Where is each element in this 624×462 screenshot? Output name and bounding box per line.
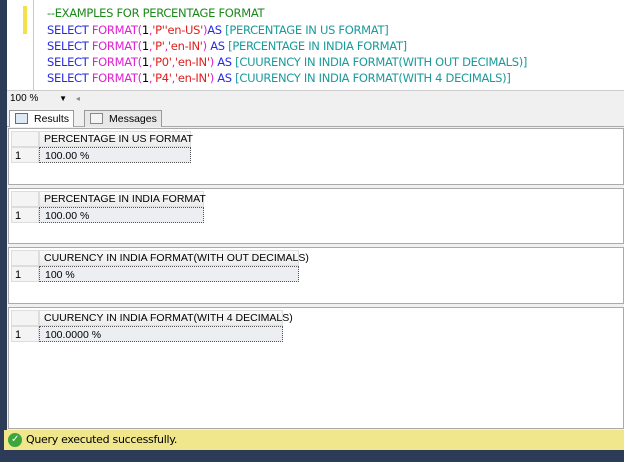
result-grid[interactable]: CUURENCY IN INDIA FORMAT(WITH 4 DECIMALS… <box>8 307 624 429</box>
code-line: SELECT FORMAT(1,'P4','en-IN') AS [CUUREN… <box>47 71 511 85</box>
code-token: AS <box>210 39 229 53</box>
column-header[interactable]: CUURENCY IN INDIA FORMAT(WITH OUT DECIMA… <box>39 250 309 266</box>
code-token: 'en-IN' <box>174 55 210 69</box>
code-token: SELECT <box>47 55 92 69</box>
code-token: FORMAT( <box>91 55 142 69</box>
chevron-down-icon[interactable]: ▼ <box>59 94 67 103</box>
code-comment: --EXAMPLES FOR PERCENTAGE FORMAT <box>47 6 265 20</box>
result-grid[interactable]: PERCENTAGE IN INDIA FORMAT 1 100.00 % <box>8 188 624 244</box>
grid-icon <box>15 113 28 124</box>
code-token: SELECT <box>47 39 92 53</box>
code-token: 'en-IN' <box>167 39 203 53</box>
code-token: [PERCENTAGE IN US FORMAT] <box>225 23 389 37</box>
code-token: 1 <box>141 55 149 69</box>
result-cell[interactable]: 100 % <box>39 266 299 282</box>
result-cell[interactable]: 100.00 % <box>39 207 204 223</box>
result-cell[interactable]: 100.00 % <box>39 147 191 163</box>
code-token: SELECT <box>47 23 92 37</box>
code-token: 'P' <box>152 39 165 53</box>
code-token: 'en-US' <box>164 23 204 37</box>
results-pane: PERCENTAGE IN US FORMAT 1 100.00 % PERCE… <box>7 127 624 430</box>
grid-corner[interactable] <box>11 131 39 147</box>
code-token: FORMAT( <box>91 71 142 85</box>
change-marker <box>23 6 27 34</box>
grid-corner[interactable] <box>11 191 39 207</box>
zoom-select[interactable]: 100 % <box>10 93 38 104</box>
column-header[interactable]: CUURENCY IN INDIA FORMAT(WITH 4 DECIMALS… <box>39 310 293 326</box>
row-number[interactable]: 1 <box>11 207 39 223</box>
tab-messages[interactable]: Messages <box>84 110 162 127</box>
code-token: 'P0' <box>152 55 172 69</box>
status-text: Query executed successfully. <box>26 433 178 446</box>
code-token: AS <box>207 23 226 37</box>
code-token: [CUURENCY IN INDIA FORMAT(WITH OUT DECIM… <box>235 55 528 69</box>
zoom-bar: 100 % ▼ ◂ <box>7 90 624 106</box>
code-token: SELECT <box>47 71 92 85</box>
code-line: SELECT FORMAT(1,'P','en-IN') AS [PERCENT… <box>47 39 407 53</box>
result-grid[interactable]: PERCENTAGE IN US FORMAT 1 100.00 % <box>8 128 624 185</box>
scroll-left-icon[interactable]: ◂ <box>76 94 80 103</box>
code-line: SELECT FORMAT(1,'P''en-US')AS [PERCENTAG… <box>47 23 389 37</box>
column-header[interactable]: PERCENTAGE IN INDIA FORMAT <box>39 191 206 207</box>
row-number[interactable]: 1 <box>11 147 39 163</box>
result-cell[interactable]: 100.0000 % <box>39 326 283 342</box>
row-number[interactable]: 1 <box>11 326 39 342</box>
code-token: 'en-IN' <box>174 71 210 85</box>
gutter-divider <box>33 0 34 90</box>
column-header[interactable]: PERCENTAGE IN US FORMAT <box>39 131 193 147</box>
code-token: 1 <box>141 71 149 85</box>
code-token: 'P' <box>152 23 165 37</box>
code-token: AS <box>217 55 236 69</box>
code-token: 1 <box>141 39 149 53</box>
results-tabs: Results Messages <box>7 106 624 127</box>
status-bar: ✓ Query executed successfully. <box>4 430 624 450</box>
success-check-icon: ✓ <box>8 433 22 447</box>
row-number[interactable]: 1 <box>11 266 39 282</box>
code-token: [CUURENCY IN INDIA FORMAT(WITH 4 DECIMAL… <box>235 71 511 85</box>
result-grid[interactable]: CUURENCY IN INDIA FORMAT(WITH OUT DECIMA… <box>8 247 624 304</box>
grid-corner[interactable] <box>11 250 39 266</box>
code-token: AS <box>217 71 236 85</box>
tab-label: Results <box>34 113 70 125</box>
messages-icon <box>90 113 103 124</box>
code-token: FORMAT( <box>91 39 142 53</box>
code-token: [PERCENTAGE IN INDIA FORMAT] <box>228 39 407 53</box>
tab-label: Messages <box>109 113 157 125</box>
code-token: 'P4' <box>152 71 172 85</box>
code-token: FORMAT( <box>91 23 142 37</box>
grid-corner[interactable] <box>11 310 39 326</box>
code-token: 1 <box>141 23 149 37</box>
tab-results[interactable]: Results <box>9 110 75 127</box>
query-editor[interactable]: --EXAMPLES FOR PERCENTAGE FORMAT SELECT … <box>7 0 624 90</box>
code-line: SELECT FORMAT(1,'P0','en-IN') AS [CUUREN… <box>47 55 527 69</box>
